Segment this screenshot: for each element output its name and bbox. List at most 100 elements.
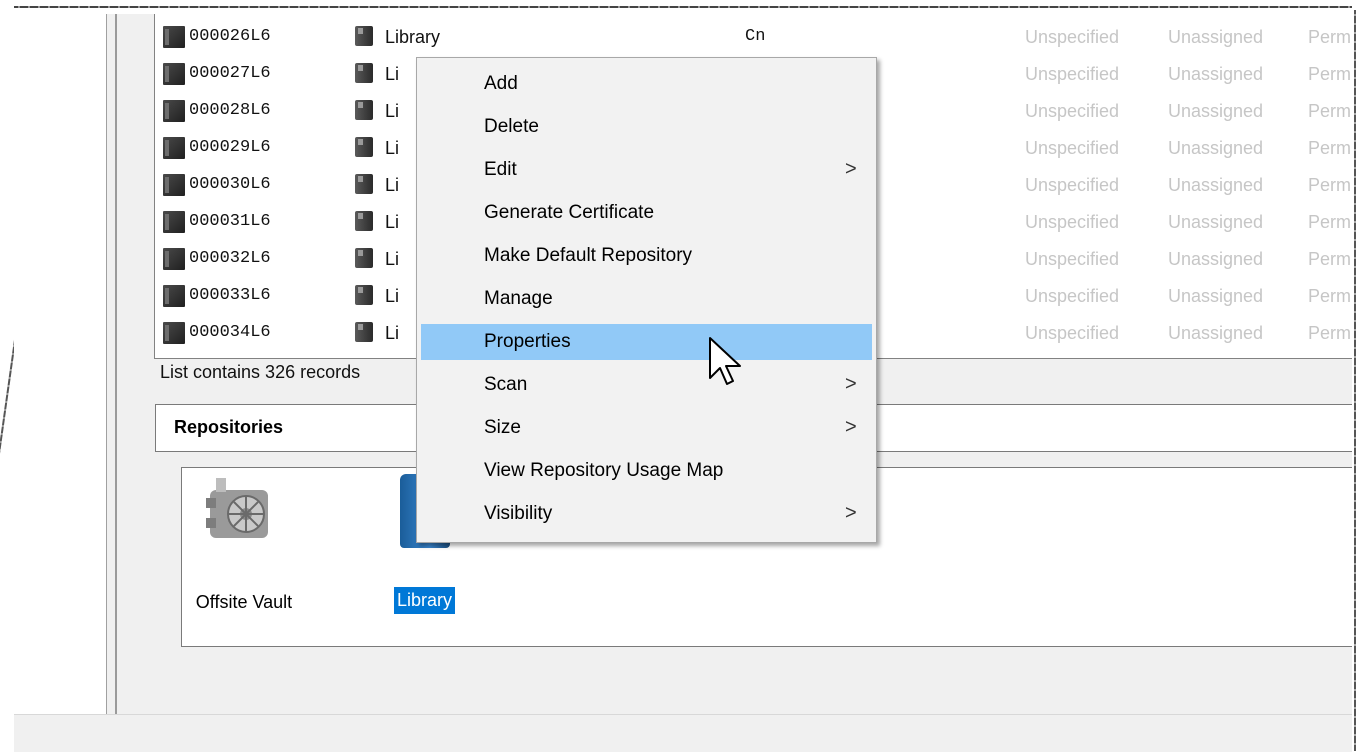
splitter[interactable] <box>106 14 117 714</box>
record-column: Unassigned <box>1168 64 1264 84</box>
library-small-icon <box>355 248 373 268</box>
mouse-cursor-icon <box>709 337 741 385</box>
submenu-arrow-icon: > <box>845 373 857 395</box>
repository-name: Li <box>385 138 400 158</box>
record-id: 000031L6 <box>189 212 271 231</box>
tape-icon <box>163 174 185 196</box>
record-column: Unassigned <box>1168 101 1264 121</box>
submenu-arrow-icon: > <box>845 158 857 180</box>
menu-item-label: Make Default Repository <box>484 245 693 266</box>
record-column: Unassigned <box>1168 286 1264 306</box>
tape-icon <box>163 100 185 122</box>
submenu-arrow-icon: > <box>845 502 857 524</box>
record-column: Unassigned <box>1168 212 1264 232</box>
table-row[interactable]: 000026L6 Library Cn Unspecified Unassigned Pe… <box>155 18 1353 54</box>
record-column: Unspecified <box>1025 138 1120 158</box>
menu-item-label: Edit <box>484 159 517 180</box>
bottom-bar <box>14 714 1352 752</box>
library-small-icon <box>355 174 373 194</box>
menu-item-visibility[interactable]: Visibility > <box>421 496 872 532</box>
record-column: Unspecified <box>1025 175 1120 195</box>
record-column: Cn <box>745 27 766 46</box>
record-id: 000034L6 <box>189 323 271 342</box>
repository-name: Li <box>385 101 400 121</box>
menu-item-label: Size <box>484 417 521 438</box>
record-column: Unassigned <box>1168 175 1264 195</box>
record-column: Unspecified <box>1025 101 1120 121</box>
record-column: Perm <box>1308 212 1352 232</box>
record-column: Perm <box>1308 175 1352 195</box>
menu-item-label: Properties <box>484 331 571 352</box>
menu-item-label: Add <box>484 73 518 94</box>
tape-icon <box>163 285 185 307</box>
vault-icon <box>206 478 268 538</box>
record-column: Perm <box>1308 286 1352 306</box>
record-column: Unassigned <box>1168 249 1264 269</box>
record-id: 000028L6 <box>189 101 271 120</box>
repository-name: Li <box>385 212 400 232</box>
record-column: Unassigned <box>1168 323 1264 343</box>
record-column: Unspecified <box>1025 323 1120 343</box>
repository-name: Li <box>385 249 400 269</box>
menu-item-label: Visibility <box>484 503 553 524</box>
menu-item-label: Generate Certificate <box>484 202 655 223</box>
repository-offsite-vault[interactable]: Offsite Vault <box>182 468 306 618</box>
record-column: Unspecified <box>1025 212 1120 232</box>
context-menu: Add Delete Edit > Generate Certificate Make D… <box>416 57 877 543</box>
repository-label: Offsite Vault <box>195 592 293 612</box>
menu-item-make-default-repository[interactable]: Make Default Repository <box>421 238 872 274</box>
library-small-icon <box>355 63 373 83</box>
menu-item-view-repository-usage-map[interactable]: View Repository Usage Map <box>421 453 872 489</box>
record-id: 000026L6 <box>189 27 271 46</box>
record-id: 000027L6 <box>189 64 271 83</box>
torn-right-edge <box>1352 0 1362 751</box>
menu-item-size[interactable]: Size > <box>421 410 872 446</box>
repository-name: Li <box>385 175 400 195</box>
library-small-icon <box>355 100 373 120</box>
repository-label-selected: Library <box>394 587 456 614</box>
record-column: Unspecified <box>1025 27 1120 47</box>
record-id: 000029L6 <box>189 138 271 157</box>
repository-name: Li <box>385 286 400 306</box>
menu-item-edit[interactable]: Edit > <box>421 152 872 188</box>
tape-icon <box>163 63 185 85</box>
record-column: Perm <box>1308 138 1352 158</box>
menu-item-delete[interactable]: Delete <box>421 109 872 145</box>
repositories-title: Repositories <box>174 417 284 437</box>
menu-item-scan[interactable]: Scan > <box>421 367 872 403</box>
torn-top-edge <box>0 0 1362 14</box>
record-column: Perm <box>1308 249 1352 269</box>
menu-item-label: Manage <box>484 288 553 309</box>
record-column: Perm <box>1308 27 1352 47</box>
menu-item-label: Delete <box>484 116 539 137</box>
menu-item-label: Scan <box>484 374 528 395</box>
record-column: Unassigned <box>1168 138 1264 158</box>
repository-name: Library <box>385 27 441 47</box>
record-id: 000032L6 <box>189 249 271 268</box>
record-column: Perm <box>1308 64 1352 84</box>
repository-name: Li <box>385 64 400 84</box>
tape-icon <box>163 322 185 344</box>
menu-item-label: View Repository Usage Map <box>484 460 724 481</box>
submenu-arrow-icon: > <box>845 416 857 438</box>
tape-icon <box>163 137 185 159</box>
library-small-icon <box>355 211 373 231</box>
record-column: Perm <box>1308 101 1352 121</box>
menu-item-add[interactable]: Add <box>421 66 872 102</box>
record-id: 000033L6 <box>189 286 271 305</box>
record-column: Unassigned <box>1168 27 1264 47</box>
tape-icon <box>163 248 185 270</box>
torn-left-edge <box>0 0 14 751</box>
menu-item-generate-certificate[interactable]: Generate Certificate <box>421 195 872 231</box>
record-column: Unspecified <box>1025 64 1120 84</box>
record-id: 000030L6 <box>189 175 271 194</box>
library-small-icon <box>355 137 373 157</box>
tape-icon <box>163 26 185 48</box>
menu-item-manage[interactable]: Manage <box>421 281 872 317</box>
library-small-icon <box>355 26 373 46</box>
record-column: Unspecified <box>1025 249 1120 269</box>
menu-item-properties[interactable]: Properties <box>421 324 872 360</box>
library-small-icon <box>355 322 373 342</box>
tape-icon <box>163 211 185 233</box>
record-column: Unspecified <box>1025 286 1120 306</box>
